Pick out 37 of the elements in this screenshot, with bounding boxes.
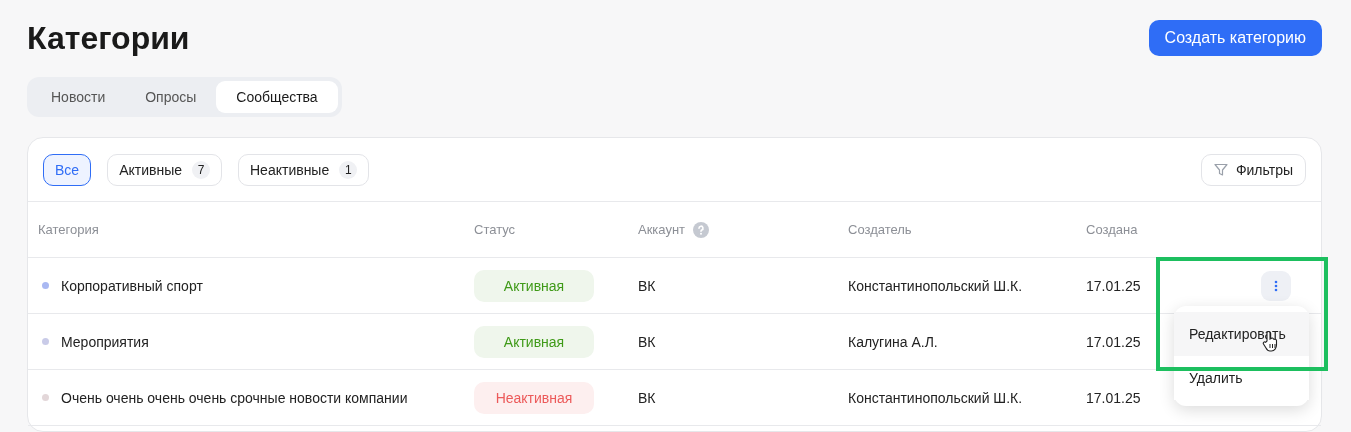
help-icon <box>693 221 710 238</box>
column-header: Аккаунт <box>638 222 686 237</box>
table-cell: Корпоративный спорт <box>61 277 203 294</box>
status-badge: Неактивная <box>474 381 594 414</box>
tab[interactable]: Опросы <box>125 81 217 113</box>
table-cell: Мероприятия <box>61 333 149 350</box>
filters-button[interactable]: Фильтры <box>1200 153 1306 186</box>
table-cell: ВК <box>638 389 656 406</box>
column-header: Категория <box>38 222 99 237</box>
count-badge: 7 <box>192 160 210 179</box>
table-cell: ВК <box>638 277 656 294</box>
table-cell: 17.01.25 <box>1086 277 1141 294</box>
count-badge: 1 <box>339 160 358 179</box>
status-badge: Активная <box>474 325 594 358</box>
more-icon <box>1274 279 1278 292</box>
tab[interactable]: Новости <box>31 81 126 113</box>
status-badge: Активная <box>474 269 594 302</box>
filter-icon <box>1213 162 1228 177</box>
page-title: Категории <box>27 19 190 57</box>
column-header: Статус <box>474 222 516 237</box>
create-category-button[interactable]: Создать категорию <box>1148 20 1322 56</box>
table-cell: 17.01.25 <box>1086 389 1141 406</box>
filter-chip[interactable]: Активные 7 <box>107 153 222 186</box>
table-cell: 17.01.25 <box>1086 333 1141 350</box>
menu-item[interactable]: Редактировать <box>1174 312 1309 356</box>
table-cell: ВК <box>638 333 656 350</box>
filter-chip[interactable]: Все <box>43 153 92 186</box>
table-cell: Константинопольский Ш.К. <box>848 389 1023 406</box>
column-header: Создатель <box>848 222 912 237</box>
table-cell: Константинопольский Ш.К. <box>848 277 1023 294</box>
tab[interactable]: Сообщества <box>216 81 338 113</box>
menu-item[interactable]: Удалить <box>1174 356 1309 400</box>
more-button[interactable] <box>1261 270 1291 301</box>
filter-chip[interactable]: Неактивные 1 <box>238 153 370 186</box>
table-cell: Калугина А.Л. <box>848 333 938 350</box>
table-cell: Очень очень очень очень срочные новости компании <box>61 389 408 406</box>
column-header: Создана <box>1086 222 1138 237</box>
